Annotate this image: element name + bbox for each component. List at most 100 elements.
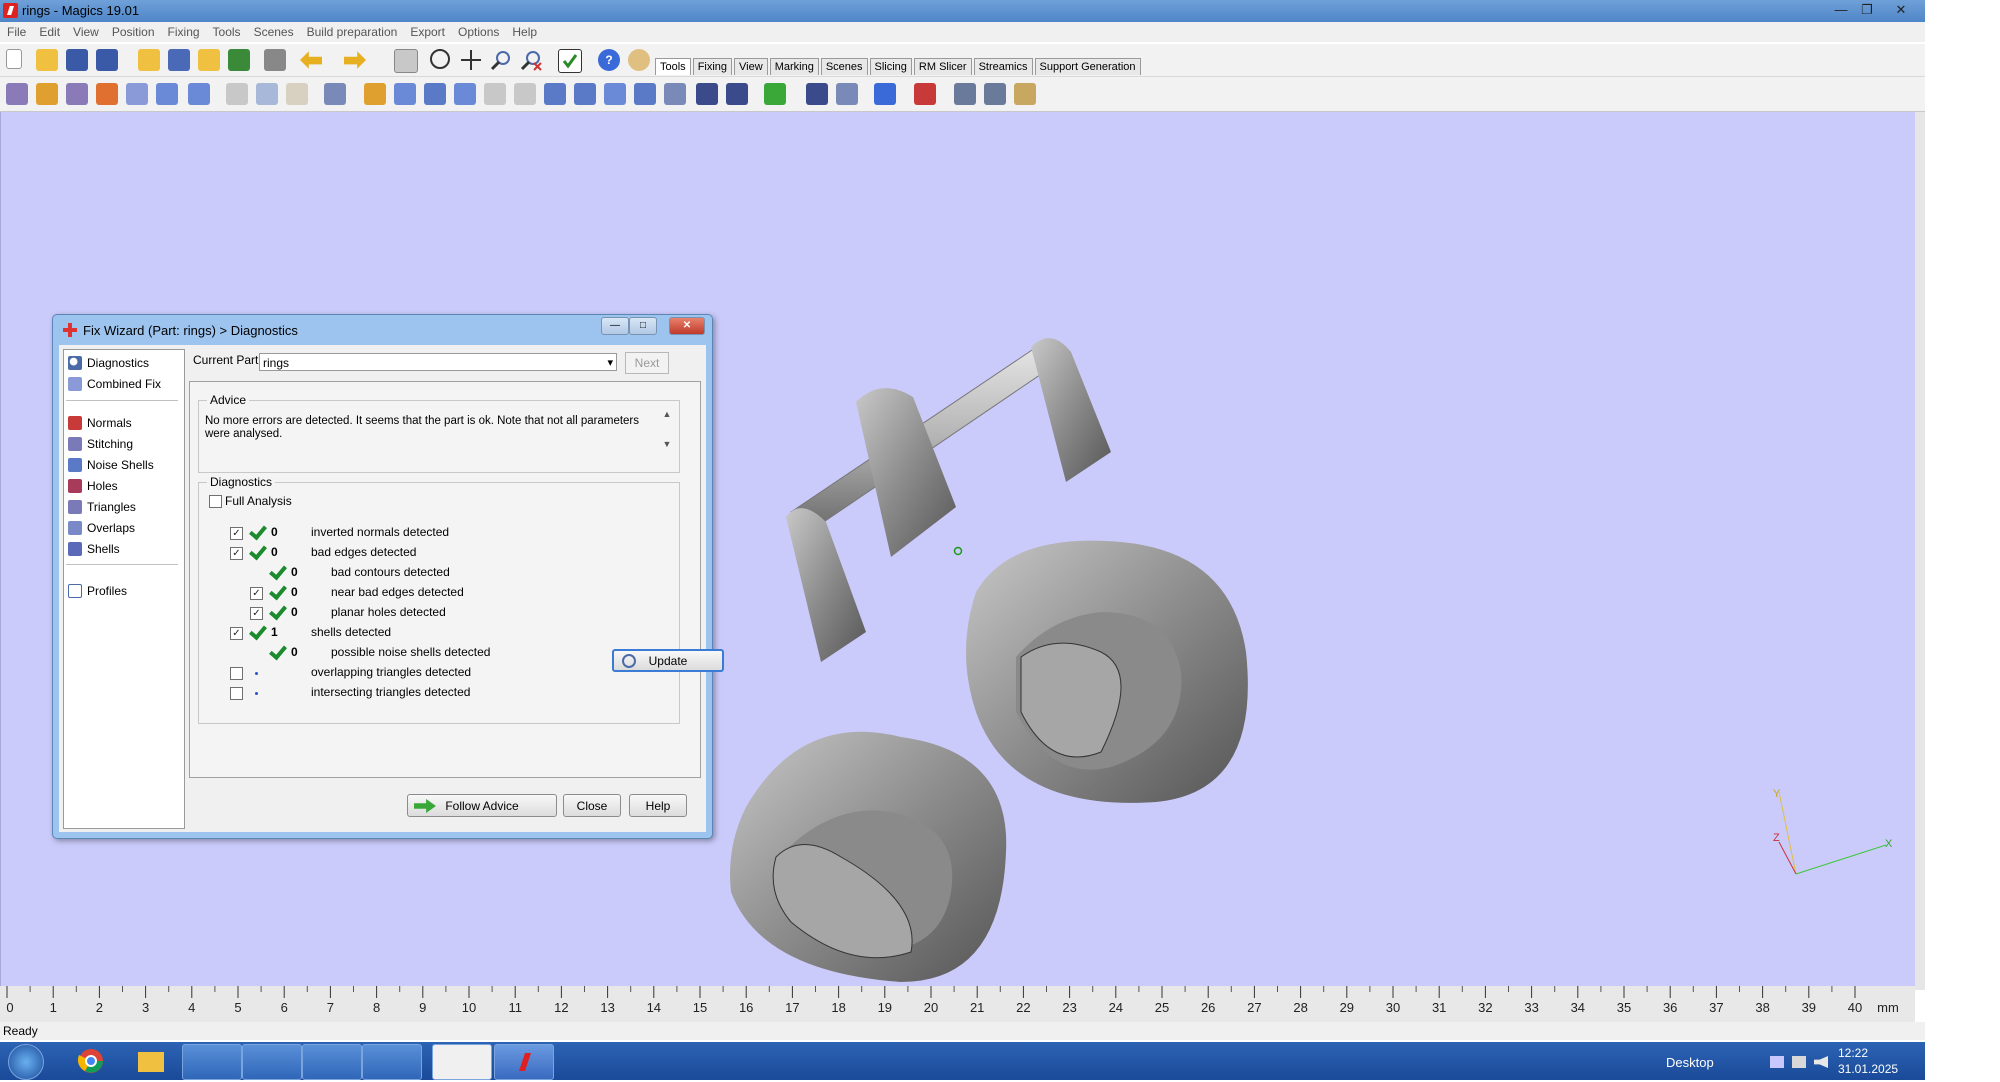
interactive-rotate-icon[interactable] [96,83,118,105]
tab-scenes[interactable]: Scenes [820,58,868,75]
inverted-normals-checkbox[interactable]: ✓ [230,527,243,540]
next-button[interactable]: Next [625,352,669,374]
rotate-part-icon[interactable] [66,83,88,105]
dialog-minimize-button[interactable]: — [601,317,629,335]
vcollab-taskbar-icon[interactable] [362,1044,422,1080]
clock-time[interactable]: 12:22 [1838,1046,1868,1060]
dialog-maximize-button[interactable]: □ [629,317,657,335]
slices-icon[interactable] [984,83,1006,105]
tab-support-generation[interactable]: Support Generation [1034,58,1141,75]
menu-options[interactable]: Options [458,25,499,39]
volume-icon[interactable] [1814,1056,1828,1068]
near-bad-edges-checkbox[interactable]: ✓ [250,587,263,600]
full-analysis-checkbox[interactable] [209,495,222,508]
paste-icon[interactable] [286,83,308,105]
save-part-icon[interactable] [168,49,190,71]
open-folder-icon[interactable] [36,49,58,71]
tab-fixing[interactable]: Fixing [692,58,733,75]
settings-gears-icon[interactable] [954,83,976,105]
pan-view-icon[interactable] [460,49,482,71]
advice-scrollbar[interactable]: ▲ ▼ [661,409,673,459]
menu-export[interactable]: Export [410,25,445,39]
minimize-window-button[interactable]: — [1830,2,1852,18]
hollow-part-icon[interactable] [364,83,386,105]
unload-part-icon[interactable] [228,49,250,71]
move-icon[interactable] [36,83,58,105]
start-button[interactable] [8,1044,44,1080]
nav-shells[interactable]: Shells [68,540,120,558]
build-icon[interactable] [1014,83,1036,105]
smooth-icon[interactable] [484,83,506,105]
import-part-icon[interactable] [138,49,160,71]
mirror-icon[interactable] [156,83,178,105]
menu-help[interactable]: Help [512,25,537,39]
menu-fixing[interactable]: Fixing [168,25,200,39]
reduce-icon[interactable] [514,83,536,105]
scale-icon[interactable] [126,83,148,105]
fix-wizard-icon[interactable] [558,49,582,73]
help-button[interactable]: Help [629,794,687,817]
nav-triangles[interactable]: Triangles [68,498,136,516]
cad-taskbar-icon[interactable] [432,1044,492,1080]
follow-advice-button[interactable]: Follow Advice [407,794,557,817]
redo-icon[interactable] [344,51,366,69]
copy-icon[interactable] [256,83,278,105]
new-file-icon[interactable] [6,49,22,69]
tab-slicing[interactable]: Slicing [869,58,912,75]
nav-diagnostics[interactable]: Diagnostics [68,354,149,372]
select-icon[interactable] [394,49,418,73]
measure-icon[interactable] [574,83,596,105]
planar-holes-checkbox[interactable]: ✓ [250,607,263,620]
paint-taskbar-icon[interactable] [182,1044,242,1080]
restore-window-button[interactable]: ❐ [1856,2,1878,18]
fix-icon[interactable] [914,83,936,105]
shells-checkbox[interactable]: ✓ [230,627,243,640]
nav-holes[interactable]: Holes [68,477,118,495]
print-icon[interactable] [264,49,286,71]
menu-file[interactable]: File [7,25,26,39]
cut-icon[interactable] [226,83,248,105]
app-taskbar-icon[interactable] [302,1044,362,1080]
part-info-icon[interactable] [874,83,896,105]
undo-icon[interactable] [300,51,322,69]
nav-normals[interactable]: Normals [68,414,132,432]
menu-scenes[interactable]: Scenes [254,25,294,39]
help-icon[interactable]: ? [598,49,620,71]
flag-icon[interactable] [1770,1056,1784,1068]
chrome-taskbar-icon[interactable] [62,1044,120,1078]
clock-date[interactable]: 31.01.2025 [1838,1062,1898,1076]
context-help-icon[interactable] [628,49,650,71]
tab-marking[interactable]: Marking [769,58,819,75]
nesting-icon[interactable] [726,83,748,105]
tab-rm-slicer[interactable]: RM Slicer [913,58,972,75]
network-icon[interactable] [1792,1056,1806,1068]
nav-profiles[interactable]: Profiles [68,582,127,600]
nav-stitching[interactable]: Stitching [68,435,133,453]
close-button[interactable]: Close [563,794,621,817]
load-project-icon[interactable] [198,49,220,71]
save-icon[interactable] [66,49,88,71]
menu-tools[interactable]: Tools [213,25,241,39]
menu-build-preparation[interactable]: Build preparation [307,25,398,39]
tab-view[interactable]: View [734,58,768,75]
save-as-icon[interactable] [96,49,118,71]
boolean-icon[interactable] [324,83,346,105]
close-window-button[interactable]: ✕ [1890,2,1912,18]
intersecting-triangles-checkbox[interactable] [230,687,243,700]
current-part-dropdown[interactable]: rings [259,353,617,372]
sg-icon[interactable] [836,83,858,105]
label-icon[interactable] [604,83,626,105]
update-button[interactable]: Update [612,649,724,672]
menu-position[interactable]: Position [112,25,155,39]
dialog-close-button[interactable]: ✕ [669,317,705,335]
nav-combined-fix[interactable]: Combined Fix [68,375,161,393]
extrude-icon[interactable] [424,83,446,105]
triangle-edit-icon[interactable] [634,83,656,105]
translate-icon[interactable] [6,83,28,105]
align-icon[interactable] [764,83,786,105]
tab-tools[interactable]: Tools [655,58,691,75]
menu-edit[interactable]: Edit [39,25,60,39]
duplicate-icon[interactable] [188,83,210,105]
nav-noise-shells[interactable]: Noise Shells [68,456,154,474]
perforate-icon[interactable] [664,83,686,105]
